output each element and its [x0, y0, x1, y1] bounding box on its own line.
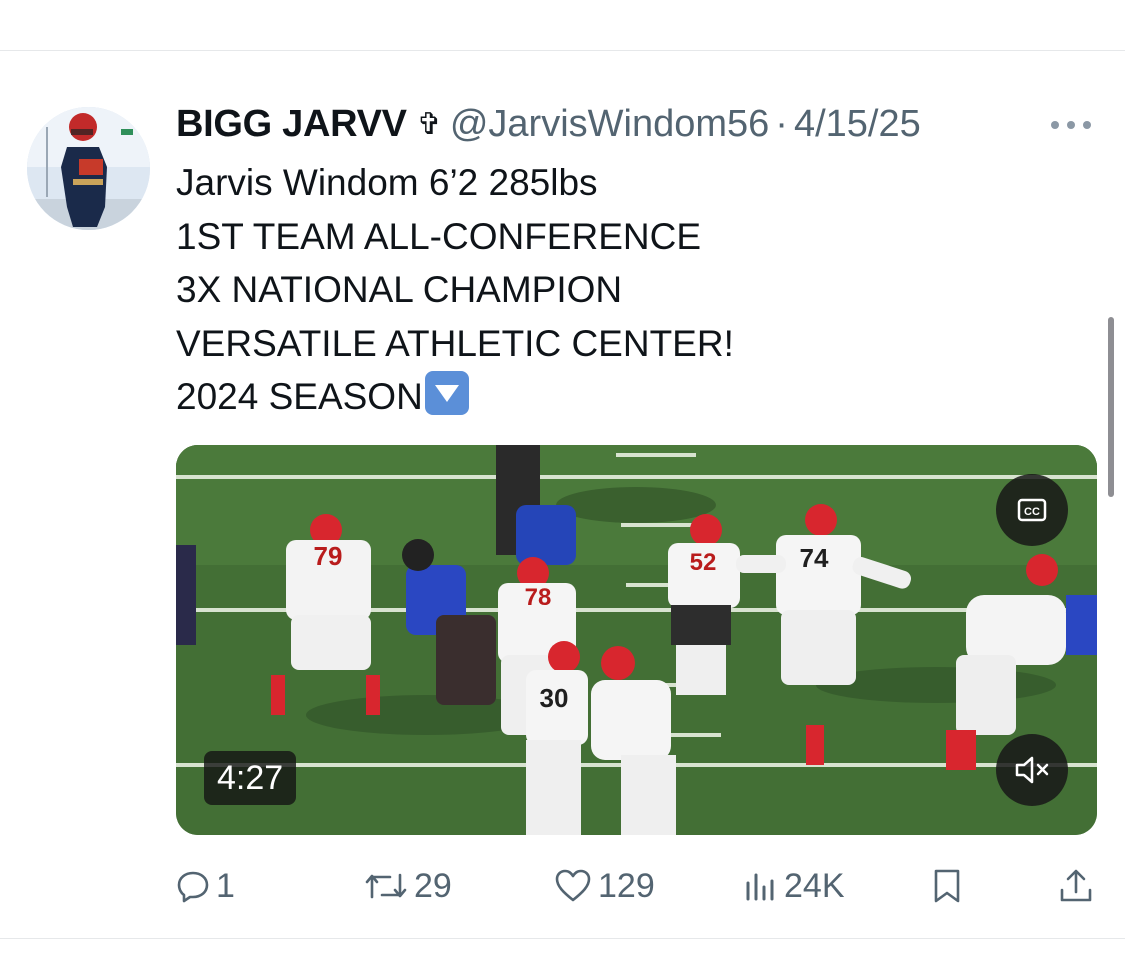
- captions-button[interactable]: CC: [996, 474, 1068, 546]
- repost-count: 29: [414, 866, 452, 905]
- cross-symbol: ✞: [416, 107, 442, 141]
- mute-button[interactable]: [996, 734, 1068, 806]
- jersey-number: 30: [540, 683, 569, 713]
- post-text-line: 2024 SEASON: [176, 376, 423, 417]
- jersey-number: 52: [690, 549, 717, 576]
- post-text-line: 1ST TEAM ALL-CONFERENCE: [176, 215, 701, 257]
- reply-button[interactable]: 1: [176, 863, 235, 909]
- post-date[interactable]: 4/15/25: [794, 103, 921, 146]
- bookmark-icon: [934, 869, 960, 903]
- share-button[interactable]: [1058, 863, 1094, 909]
- author-handle[interactable]: @JarvisWindom56: [450, 103, 769, 146]
- top-divider: [0, 50, 1125, 51]
- views-button[interactable]: 24K: [744, 863, 845, 909]
- speaker-muted-icon: [1015, 756, 1049, 784]
- post-header: BIGG JARVV ✞ @JarvisWindom56 · 4/15/25: [176, 100, 921, 148]
- repost-icon: [365, 873, 407, 899]
- down-arrow-emoji: [424, 371, 469, 415]
- reply-bubble-icon: [177, 871, 209, 903]
- bottom-divider: [0, 938, 1125, 939]
- view-count: 24K: [784, 866, 845, 905]
- jersey-number: 78: [525, 584, 552, 611]
- jersey-number: 79: [314, 541, 343, 571]
- header-separator: ·: [775, 102, 788, 145]
- share-icon: [1060, 869, 1092, 902]
- video-player[interactable]: 79 78 52 74 30 CC 4:27: [176, 445, 1097, 835]
- post-text: Jarvis Windom 6’2 285lbs 1ST TEAM ALL-CO…: [176, 156, 734, 424]
- reply-count: 1: [216, 866, 235, 905]
- jersey-number: 74: [800, 543, 829, 573]
- bookmark-button[interactable]: [932, 863, 962, 909]
- like-count: 129: [598, 866, 655, 905]
- author-name[interactable]: BIGG JARVV: [176, 103, 407, 146]
- heart-icon: [555, 869, 591, 902]
- post-text-line: VERSATILE ATHLETIC CENTER!: [176, 322, 734, 364]
- views-bar-icon: [746, 873, 774, 901]
- repost-button[interactable]: 29: [364, 863, 452, 909]
- more-options-button[interactable]: [1045, 110, 1097, 140]
- avatar[interactable]: [27, 107, 150, 230]
- like-button[interactable]: 129: [554, 863, 655, 909]
- post-text-line: 3X NATIONAL CHAMPION: [176, 269, 623, 310]
- more-horizontal-icon: [1051, 121, 1091, 129]
- closed-captions-icon: CC: [1017, 498, 1047, 522]
- cc-label: CC: [1024, 506, 1040, 518]
- post-text-line: Jarvis Windom 6’2 285lbs: [176, 162, 598, 203]
- video-frame: 79 78 52 74 30: [176, 445, 1097, 835]
- video-duration: 4:27: [204, 751, 297, 805]
- scrollbar[interactable]: [1108, 317, 1114, 497]
